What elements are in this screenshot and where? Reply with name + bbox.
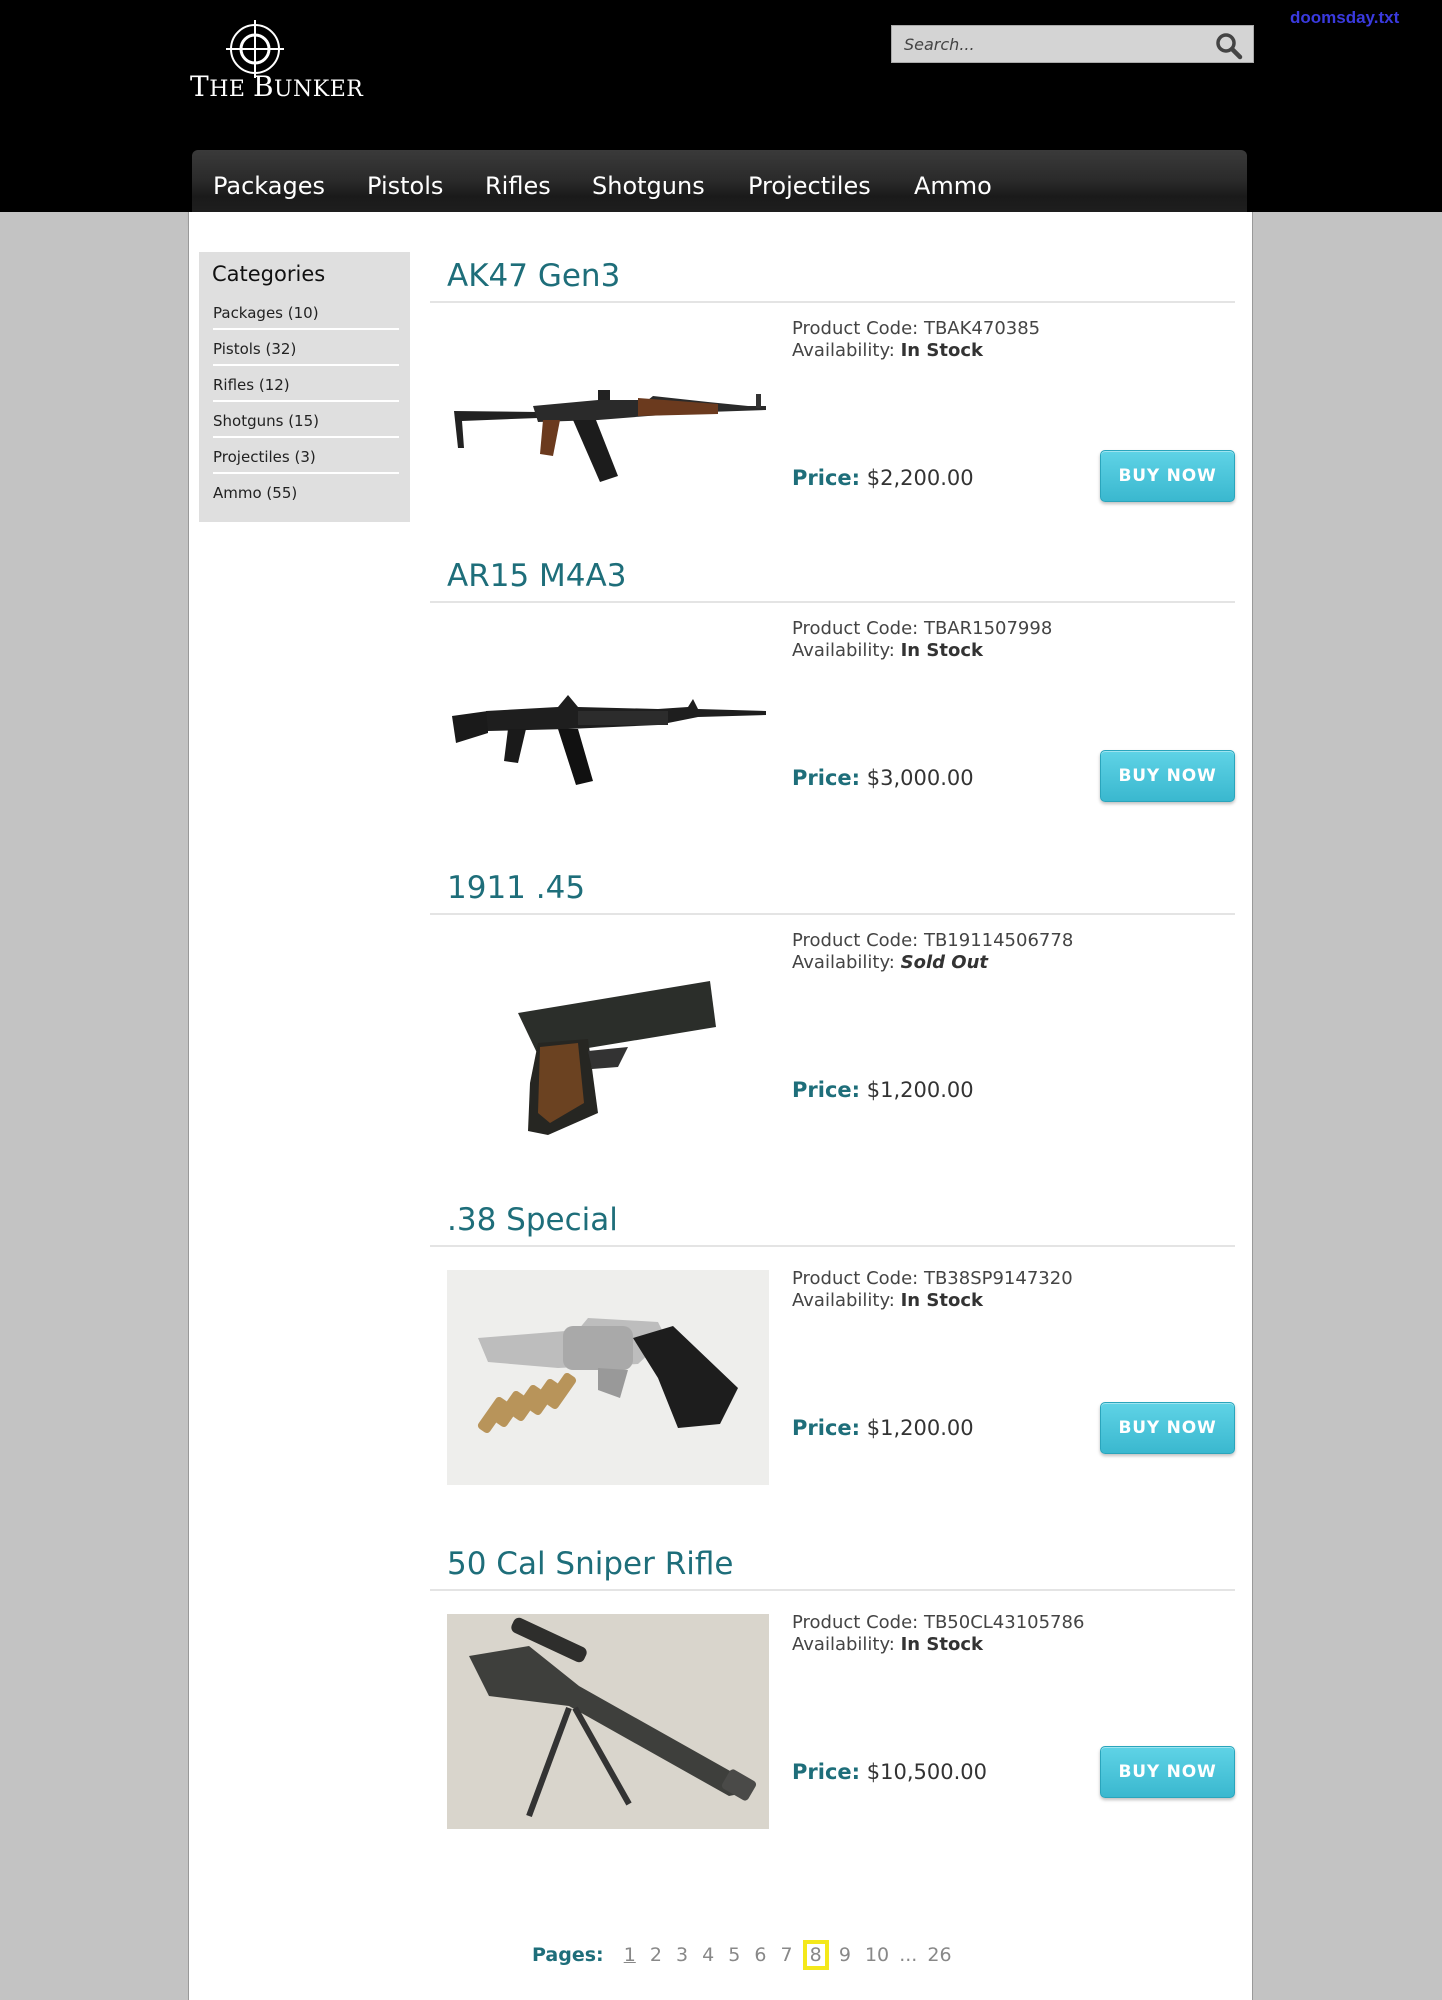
product-price: Price: $1,200.00	[792, 1416, 974, 1440]
availability-value: In Stock	[900, 1634, 983, 1655]
product-image-ar15[interactable]	[447, 633, 769, 848]
product-price: Price: $2,200.00	[792, 466, 974, 490]
product-code: TB19114506778	[923, 930, 1074, 951]
category-packages[interactable]: Packages (10)	[213, 294, 399, 330]
product-title[interactable]: AK47 Gen3	[447, 258, 620, 294]
product-code: TB38SP9147320	[923, 1268, 1073, 1289]
availability-label: Availability:	[792, 1634, 895, 1655]
availability-value: In Stock	[900, 340, 983, 361]
divider	[430, 301, 1235, 303]
product-title[interactable]: .38 Special	[447, 1202, 618, 1238]
buy-now-button[interactable]: BUY NOW	[1100, 450, 1235, 502]
product-code: TBAK470385	[923, 318, 1041, 339]
nav-pistols[interactable]: Pistols	[367, 172, 443, 200]
pages-label: Pages:	[532, 1944, 604, 1966]
product-code: TB50CL43105786	[923, 1612, 1085, 1633]
nav-ammo[interactable]: Ammo	[914, 172, 992, 200]
page-9-link[interactable]: 9	[839, 1944, 851, 1966]
nav-shotguns[interactable]: Shotguns	[592, 172, 705, 200]
page-8-current[interactable]: 8	[802, 1940, 829, 1970]
pistol-icon	[518, 980, 716, 1135]
product-price: Price: $10,500.00	[792, 1760, 987, 1784]
page-6-link[interactable]: 6	[754, 1944, 766, 1966]
sidebar-title: Categories	[212, 262, 326, 286]
product-price: Price: $3,000.00	[792, 766, 974, 790]
pages-ellipsis: ...	[899, 1944, 918, 1966]
availability-value: In Stock	[900, 1290, 983, 1311]
product-image-sniper[interactable]	[447, 1614, 769, 1829]
product-image-1911[interactable]	[447, 950, 769, 1165]
search-input[interactable]	[892, 26, 1202, 62]
product-code-label: Product Code:	[792, 318, 919, 339]
page-7-link[interactable]: 7	[781, 1944, 793, 1966]
availability-value: Sold Out	[900, 952, 988, 973]
doomsday-link[interactable]: doomsday.txt	[1290, 8, 1399, 28]
divider	[430, 1245, 1235, 1247]
category-ammo[interactable]: Ammo (55)	[213, 474, 399, 510]
product-title[interactable]: 1911 .45	[447, 870, 585, 906]
product-card: 1911 .45 Product Code: TB19114506778 Ava…	[430, 870, 1235, 1140]
product-meta: Product Code: TB38SP9147320 Availability…	[792, 1268, 1073, 1312]
page-5-link[interactable]: 5	[728, 1944, 740, 1966]
nav-packages[interactable]: Packages	[213, 172, 325, 200]
availability-label: Availability:	[792, 952, 895, 973]
page-1-link[interactable]: 1	[624, 1944, 636, 1966]
product-image-ak47[interactable]	[447, 333, 769, 548]
category-projectiles[interactable]: Projectiles (3)	[213, 438, 399, 474]
site-logo[interactable]: THE BUNKER	[190, 18, 385, 108]
availability-value: In Stock	[900, 640, 983, 661]
page-2-link[interactable]: 2	[650, 1944, 662, 1966]
product-meta: Product Code: TBAK470385 Availability: I…	[792, 318, 1040, 362]
product-code-label: Product Code:	[792, 930, 919, 951]
pagination: Pages: 1 2 3 4 5 6 7 8 9 10 ... 26	[532, 1940, 956, 1970]
page-3-link[interactable]: 3	[676, 1944, 688, 1966]
site-header: THE BUNKER doomsday.txt Packages Pistols…	[0, 0, 1442, 227]
page-10-link[interactable]: 10	[865, 1944, 889, 1966]
category-pistols[interactable]: Pistols (32)	[213, 330, 399, 366]
sniper-rifle-icon	[469, 1617, 757, 1817]
product-meta: Product Code: TB50CL43105786 Availabilit…	[792, 1612, 1084, 1656]
product-code-label: Product Code:	[792, 1612, 919, 1633]
search-box	[891, 25, 1254, 63]
product-code-label: Product Code:	[792, 618, 919, 639]
page-last-link[interactable]: 26	[927, 1944, 951, 1966]
bullets	[477, 1372, 577, 1433]
page-4-link[interactable]: 4	[702, 1944, 714, 1966]
category-shotguns[interactable]: Shotguns (15)	[213, 402, 399, 438]
product-code: TBAR1507998	[923, 618, 1053, 639]
ak47-rifle-icon	[454, 389, 766, 482]
product-card: 50 Cal Sniper Rifle Product Code: TB50CL…	[430, 1546, 1235, 1836]
product-card: AK47 Gen3 Product Code: TBAK470385 Avail…	[430, 258, 1235, 528]
divider	[430, 913, 1235, 915]
divider	[430, 601, 1235, 603]
availability-label: Availability:	[792, 1290, 895, 1311]
product-image-revolver[interactable]	[447, 1270, 769, 1485]
availability-label: Availability:	[792, 340, 895, 361]
revolver-icon	[477, 1317, 738, 1433]
search-icon[interactable]	[1215, 32, 1243, 60]
product-meta: Product Code: TB19114506778 Availability…	[792, 930, 1073, 974]
product-title[interactable]: 50 Cal Sniper Rifle	[447, 1546, 733, 1582]
divider	[430, 1589, 1235, 1591]
product-title[interactable]: AR15 M4A3	[447, 558, 626, 594]
buy-now-button[interactable]: BUY NOW	[1100, 750, 1235, 802]
product-card: .38 Special Product Code: TB38SP9147320 …	[430, 1202, 1235, 1492]
availability-label: Availability:	[792, 640, 895, 661]
buy-now-button[interactable]: BUY NOW	[1100, 1402, 1235, 1454]
logo-text: THE BUNKER	[190, 70, 364, 103]
buy-now-button[interactable]: BUY NOW	[1100, 1746, 1235, 1798]
ar15-rifle-icon	[452, 694, 766, 785]
product-code-label: Product Code:	[792, 1268, 919, 1289]
category-rifles[interactable]: Rifles (12)	[213, 366, 399, 402]
nav-rifles[interactable]: Rifles	[485, 172, 551, 200]
categories-sidebar: Categories Packages (10) Pistols (32) Ri…	[199, 252, 410, 522]
product-card: AR15 M4A3 Product Code: TBAR1507998 Avai…	[430, 558, 1235, 828]
product-price: Price: $1,200.00	[792, 1078, 974, 1102]
nav-projectiles[interactable]: Projectiles	[748, 172, 871, 200]
product-meta: Product Code: TBAR1507998 Availability: …	[792, 618, 1052, 662]
